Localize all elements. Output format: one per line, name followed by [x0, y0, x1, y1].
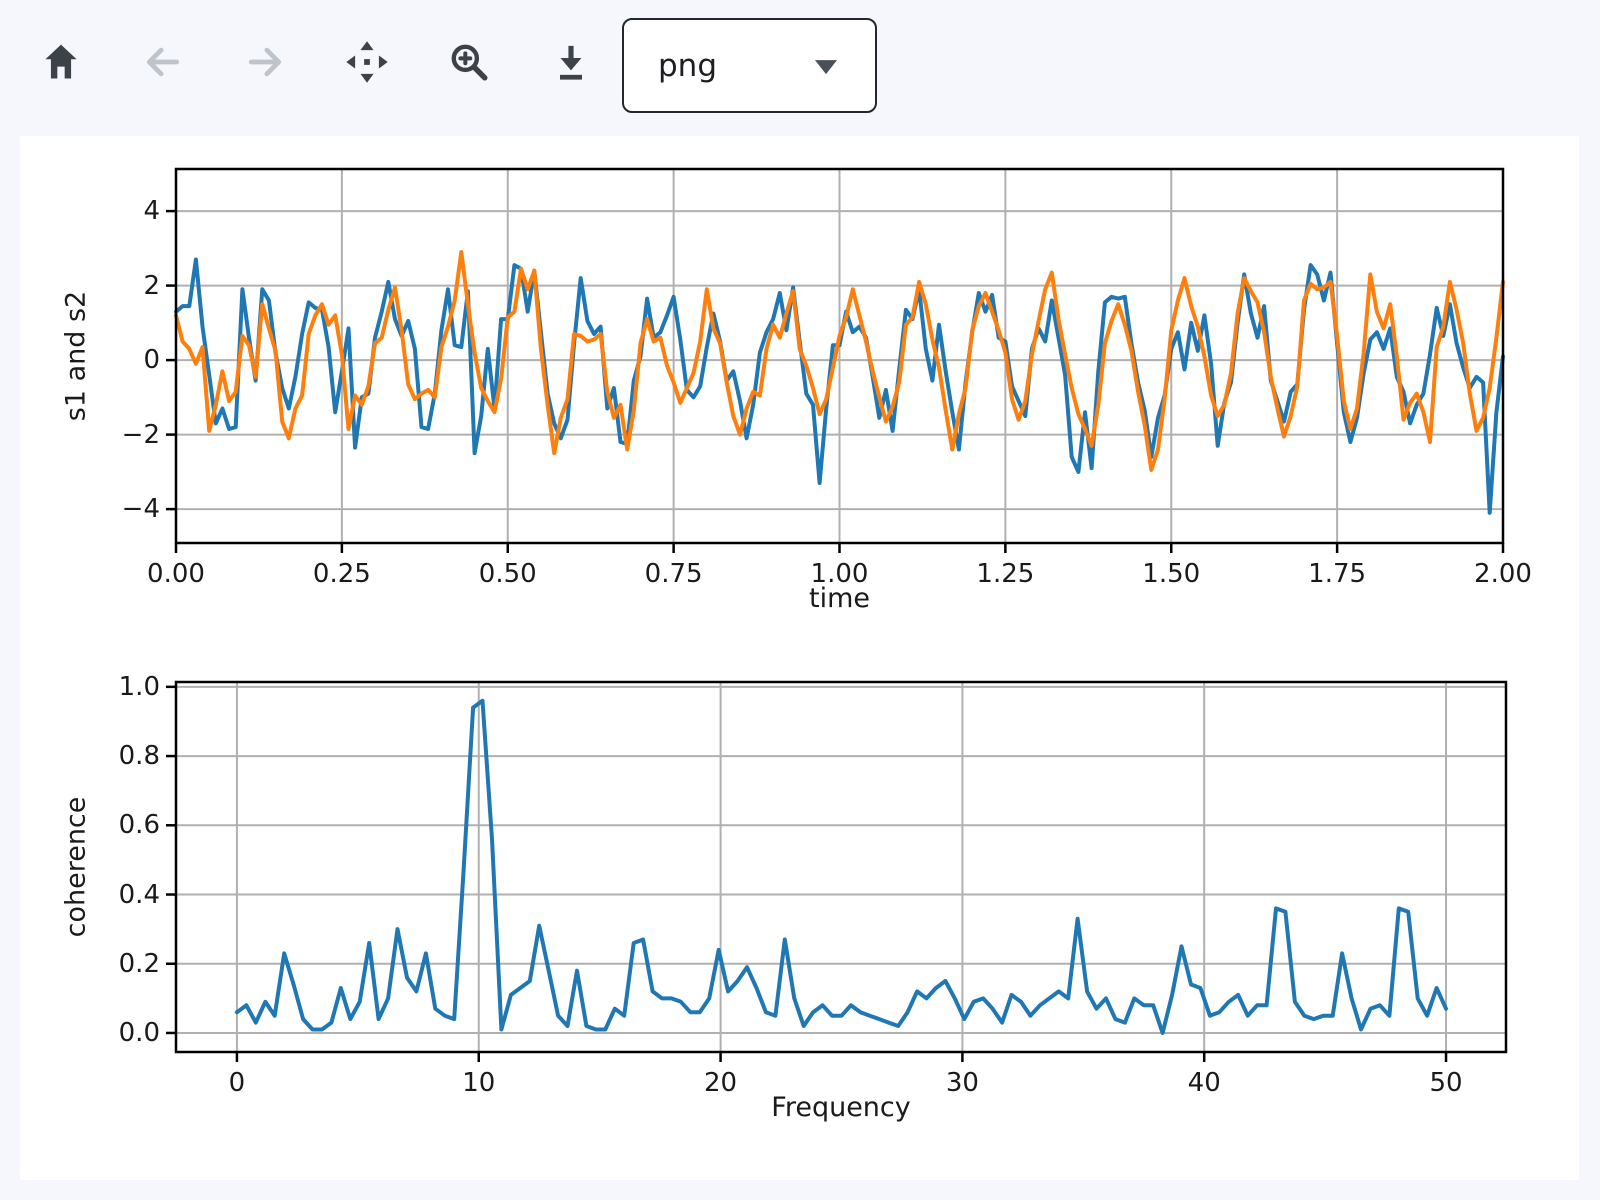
forward-button[interactable]	[241, 36, 289, 88]
y-tick-label: 0.2	[119, 949, 160, 979]
y-tick-label: 0.4	[119, 880, 160, 910]
x-tick-label: 0.25	[313, 559, 371, 589]
x-tick-label: 1.50	[1142, 559, 1200, 589]
y-tick-label: 0	[143, 345, 160, 375]
move-icon	[344, 39, 390, 85]
y-tick-label: −2	[122, 420, 160, 450]
format-dropdown-value: png	[658, 48, 717, 84]
plot-area-svg	[176, 682, 1506, 1052]
x-tick-label: 10	[462, 1068, 495, 1098]
y-tick-label: 2	[143, 271, 160, 301]
format-dropdown[interactable]: png	[622, 18, 877, 113]
x-tick-label: 20	[704, 1068, 737, 1098]
coherence-series-line	[237, 701, 1446, 1033]
x-tick-label: 0.00	[147, 559, 205, 589]
x-tick-label: 30	[946, 1068, 979, 1098]
x-tick-label: 0.75	[645, 559, 703, 589]
y-axis-label: s1 and s2	[61, 291, 92, 421]
y-tick-label: 1.0	[119, 672, 160, 702]
chevron-down-icon	[815, 60, 837, 74]
axes-coherence[interactable]: coherence Frequency 010203040500.00.20.4…	[176, 682, 1506, 1052]
x-tick-label: 50	[1429, 1068, 1462, 1098]
back-button[interactable]	[139, 36, 187, 88]
page: { "toolbar": { "format_select": { "value…	[0, 0, 1600, 1200]
home-button[interactable]	[37, 36, 85, 88]
x-tick-label: 40	[1188, 1068, 1221, 1098]
plot-toolbar	[37, 36, 595, 88]
download-button[interactable]	[547, 36, 595, 88]
y-tick-label: 0.8	[119, 741, 160, 771]
zoom-in-magnifier-icon	[447, 40, 491, 84]
arrow-right-icon	[243, 40, 287, 84]
y-tick-label: 0.6	[119, 810, 160, 840]
y-tick-label: 4	[143, 196, 160, 226]
x-axis-label: Frequency	[771, 1092, 910, 1123]
zoom-button[interactable]	[445, 36, 493, 88]
download-icon	[549, 40, 593, 84]
y-axis-label: coherence	[61, 797, 92, 938]
x-tick-label: 1.00	[811, 559, 869, 589]
figure-canvas: s1 and s2 time 0.000.250.500.751.001.251…	[20, 136, 1579, 1180]
axes-signals[interactable]: s1 and s2 time 0.000.250.500.751.001.251…	[176, 169, 1503, 543]
y-tick-label: 0.0	[119, 1018, 160, 1048]
x-tick-label: 1.25	[976, 559, 1034, 589]
x-tick-label: 0.50	[479, 559, 537, 589]
x-tick-label: 1.75	[1308, 559, 1366, 589]
pan-button[interactable]	[343, 36, 391, 88]
x-tick-label: 0	[229, 1068, 246, 1098]
plot-area-svg	[176, 169, 1503, 543]
arrow-left-icon	[141, 40, 185, 84]
y-tick-label: −4	[122, 494, 160, 524]
home-icon	[39, 40, 83, 84]
x-tick-label: 2.00	[1474, 559, 1532, 589]
